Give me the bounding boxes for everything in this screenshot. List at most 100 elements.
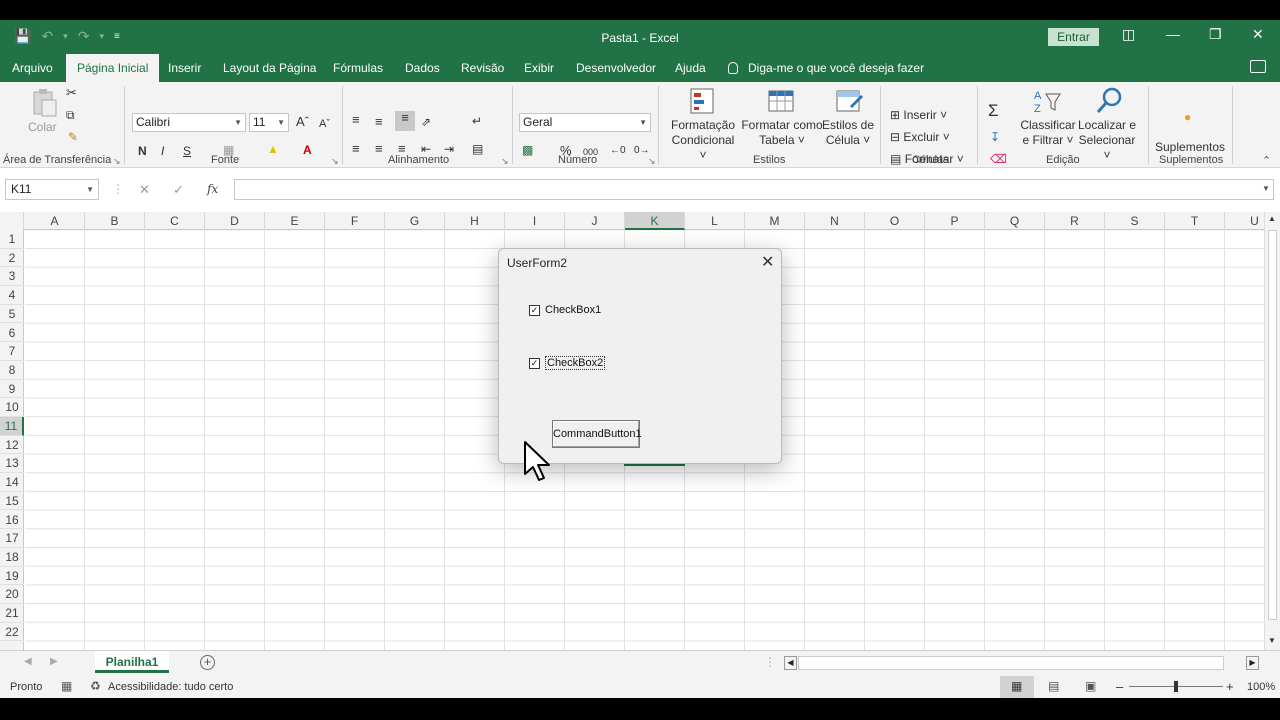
column-header-m[interactable]: M bbox=[745, 212, 805, 230]
align-bottom-icon[interactable]: ≡ bbox=[395, 111, 415, 131]
vertical-scrollbar[interactable]: ▲ ▼ bbox=[1264, 212, 1280, 650]
sign-in-button[interactable]: Entrar bbox=[1048, 28, 1099, 46]
zoom-in-icon[interactable]: + bbox=[1226, 679, 1234, 694]
sort-filter-icon[interactable]: A Z bbox=[1032, 86, 1062, 116]
format-as-table-icon[interactable] bbox=[766, 86, 796, 116]
column-header-q[interactable]: Q bbox=[985, 212, 1045, 230]
addins-button[interactable]: Suplementos bbox=[1155, 140, 1225, 155]
zoom-level[interactable]: 100% bbox=[1247, 681, 1275, 693]
row-header-10[interactable]: 10 bbox=[0, 398, 24, 417]
zoom-slider-thumb[interactable] bbox=[1174, 681, 1178, 692]
column-header-o[interactable]: O bbox=[865, 212, 925, 230]
column-header-f[interactable]: F bbox=[325, 212, 385, 230]
alignment-launcher-icon[interactable]: ↘ bbox=[501, 154, 509, 168]
row-header-6[interactable]: 6 bbox=[0, 324, 24, 343]
tell-me-box[interactable]: Diga-me o que você deseja fazer bbox=[728, 54, 924, 82]
check-icon[interactable]: ✓ bbox=[529, 304, 540, 316]
expand-formula-icon[interactable]: ▼ bbox=[1262, 184, 1270, 193]
prev-sheet-icon[interactable]: ◀ bbox=[24, 656, 32, 667]
column-header-i[interactable]: I bbox=[505, 212, 565, 230]
row-header-19[interactable]: 19 bbox=[0, 567, 24, 586]
find-select-button[interactable]: Localizar e Selecionar ˅ bbox=[1076, 118, 1138, 163]
align-top-icon[interactable]: ≡ bbox=[352, 113, 360, 127]
column-header-u[interactable]: U bbox=[1225, 212, 1264, 230]
check-icon[interactable]: ✓ bbox=[529, 357, 540, 369]
row-header-2[interactable]: 2 bbox=[0, 249, 24, 268]
tab-exibir[interactable]: Exibir bbox=[513, 54, 565, 82]
format-painter-icon[interactable]: ✎ bbox=[68, 130, 78, 144]
increase-decimal-icon[interactable]: ←0 bbox=[610, 144, 626, 158]
column-header-a[interactable]: A bbox=[25, 212, 85, 230]
wrap-text-icon[interactable]: ↵ bbox=[472, 114, 482, 128]
delete-cells-button[interactable]: ⊟ Excluir ˅ bbox=[890, 130, 950, 144]
tab-ajuda[interactable]: Ajuda bbox=[664, 54, 717, 82]
close-window-icon[interactable]: ✕ bbox=[1252, 26, 1264, 43]
row-header-15[interactable]: 15 bbox=[0, 492, 24, 511]
confirm-entry-icon[interactable]: ✓ bbox=[173, 182, 184, 198]
italic-button[interactable]: I bbox=[161, 144, 164, 158]
tab-revisao[interactable]: Revisão bbox=[450, 54, 515, 82]
row-header-11[interactable]: 11 bbox=[0, 417, 24, 436]
tab-desenvolvedor[interactable]: Desenvolvedor bbox=[565, 54, 667, 82]
restore-icon[interactable]: ❐ bbox=[1209, 26, 1222, 43]
close-icon[interactable]: ✕ bbox=[761, 252, 774, 272]
page-break-icon[interactable]: ▣ bbox=[1085, 679, 1096, 693]
font-size-select[interactable]: 11 ▼ bbox=[249, 113, 289, 132]
column-header-h[interactable]: H bbox=[445, 212, 505, 230]
merge-center-icon[interactable]: ▤ bbox=[472, 142, 483, 156]
clear-icon[interactable]: ⌫ bbox=[990, 152, 1007, 166]
checkbox1[interactable]: ✓ CheckBox1 bbox=[529, 304, 601, 316]
row-header-13[interactable]: 13 bbox=[0, 454, 24, 474]
row-header-21[interactable]: 21 bbox=[0, 604, 24, 623]
cut-icon[interactable]: ✂ bbox=[66, 86, 77, 100]
paste-label[interactable]: Colar bbox=[28, 120, 57, 135]
fill-icon[interactable]: ↧ bbox=[990, 130, 1000, 144]
grow-font-icon[interactable]: Aˆ bbox=[296, 115, 309, 129]
name-box[interactable]: K11 ▼ bbox=[5, 179, 99, 200]
column-header-k[interactable]: K bbox=[625, 212, 685, 230]
number-format-select[interactable]: Geral ▼ bbox=[519, 113, 651, 132]
column-header-c[interactable]: C bbox=[145, 212, 205, 230]
row-header-3[interactable]: 3 bbox=[0, 267, 24, 287]
column-header-j[interactable]: J bbox=[565, 212, 625, 230]
add-sheet-button[interactable]: + bbox=[200, 655, 215, 670]
align-middle-icon[interactable]: ≡ bbox=[375, 115, 383, 129]
row-header-5[interactable]: 5 bbox=[0, 305, 24, 324]
accessibility-icon[interactable]: ♻ bbox=[90, 679, 101, 693]
column-header-t[interactable]: T bbox=[1165, 212, 1225, 230]
ribbon-display-icon[interactable]: ◫ bbox=[1122, 26, 1135, 43]
scroll-right-icon[interactable]: ▶ bbox=[1246, 656, 1259, 670]
column-header-n[interactable]: N bbox=[805, 212, 865, 230]
scroll-left-icon[interactable]: ◀ bbox=[784, 656, 797, 670]
next-sheet-icon[interactable]: ▶ bbox=[50, 656, 58, 667]
row-header-8[interactable]: 8 bbox=[0, 361, 24, 380]
copy-icon[interactable]: ⧉ bbox=[66, 108, 75, 122]
column-header-e[interactable]: E bbox=[265, 212, 325, 230]
clipboard-launcher-icon[interactable]: ↘ bbox=[113, 154, 121, 168]
underline-button[interactable]: S bbox=[183, 144, 191, 158]
bold-button[interactable]: N bbox=[138, 144, 147, 158]
vertical-scroll-thumb[interactable] bbox=[1268, 230, 1277, 620]
cell-styles-button[interactable]: Estilos de Célula ˅ bbox=[821, 118, 875, 148]
row-header-14[interactable]: 14 bbox=[0, 473, 24, 492]
row-header-16[interactable]: 16 bbox=[0, 511, 24, 530]
sheet-tab-planilha1[interactable]: Planilha1 bbox=[95, 651, 169, 673]
select-all-corner[interactable] bbox=[0, 212, 24, 230]
paste-icon[interactable] bbox=[30, 88, 60, 118]
zoom-out-icon[interactable]: – bbox=[1116, 679, 1123, 694]
row-header-12[interactable]: 12 bbox=[0, 436, 24, 455]
row-header-1[interactable]: 1 bbox=[0, 230, 24, 249]
tab-pagina-inicial[interactable]: Página Inicial bbox=[66, 54, 160, 82]
column-header-r[interactable]: R bbox=[1045, 212, 1105, 230]
font-name-select[interactable]: Calibri ▼ bbox=[132, 113, 246, 132]
align-left-icon[interactable]: ≡ bbox=[352, 142, 360, 156]
shrink-font-icon[interactable]: Aˇ bbox=[319, 117, 330, 131]
insert-function-button[interactable]: fx bbox=[207, 182, 218, 196]
tab-inserir[interactable]: Inserir bbox=[157, 54, 212, 82]
autosum-icon[interactable]: Σ bbox=[988, 102, 999, 119]
addins-icon[interactable]: ● bbox=[1184, 110, 1191, 124]
format-as-table-button[interactable]: Formatar como Tabela ˅ bbox=[740, 118, 824, 148]
column-header-b[interactable]: B bbox=[85, 212, 145, 230]
command-button[interactable]: CommandButton1 bbox=[552, 420, 642, 448]
tab-formulas[interactable]: Fórmulas bbox=[322, 54, 394, 82]
